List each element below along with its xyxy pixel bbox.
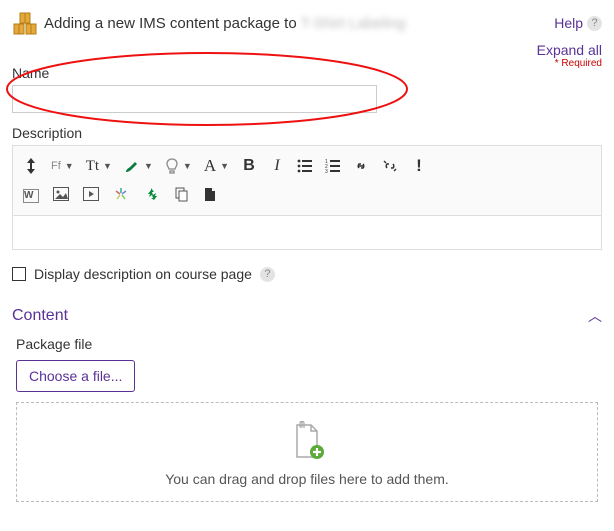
display-description-label: Display description on course page: [34, 266, 252, 282]
file-drop-icon: [27, 421, 587, 461]
brush-color-button[interactable]: ▼: [124, 156, 153, 176]
text-color-button[interactable]: A▼: [204, 156, 229, 176]
rich-text-editor: Ff▼ Tt▼ ▼ ▼ A▼ B I 123 ! W: [12, 145, 602, 250]
highlight-button[interactable]: ▼: [165, 156, 192, 176]
dropzone-text: You can drag and drop files here to add …: [27, 471, 587, 487]
paste-button[interactable]: [203, 186, 217, 205]
description-label: Description: [12, 125, 602, 141]
font-size-button[interactable]: Tt▼: [86, 156, 112, 176]
help-icon[interactable]: ?: [260, 267, 275, 282]
name-input[interactable]: [12, 85, 377, 113]
recycle-button[interactable]: [143, 186, 159, 205]
content-section-toggle[interactable]: Content ︿: [12, 306, 602, 326]
chevron-up-icon: ︿: [588, 306, 602, 326]
help-link[interactable]: Help ?: [554, 15, 602, 31]
bold-button[interactable]: B: [241, 156, 257, 176]
copy-button[interactable]: [173, 186, 189, 205]
svg-text:3: 3: [325, 169, 328, 173]
expand-all-link[interactable]: Expand all: [537, 42, 602, 58]
media-button[interactable]: [83, 187, 99, 204]
help-icon: ?: [587, 16, 602, 31]
italic-button[interactable]: I: [269, 156, 285, 176]
font-family-button[interactable]: Ff▼: [51, 156, 74, 176]
unlink-button[interactable]: [381, 156, 399, 176]
package-file-label: Package file: [16, 336, 602, 352]
description-input[interactable]: [13, 215, 601, 249]
image-button[interactable]: [53, 187, 69, 204]
file-dropzone[interactable]: You can drag and drop files here to add …: [16, 402, 598, 502]
number-list-button[interactable]: 123: [325, 156, 341, 176]
name-label: Name: [12, 65, 602, 81]
page-title: Adding a new IMS content package to T-Sh…: [44, 15, 406, 32]
link-button[interactable]: [353, 156, 369, 176]
display-description-checkbox[interactable]: [12, 267, 26, 281]
info-button[interactable]: !: [411, 156, 427, 176]
word-paste-button[interactable]: W: [23, 189, 39, 203]
ims-package-icon: [12, 10, 38, 36]
choose-file-button[interactable]: Choose a file...: [16, 360, 135, 392]
bullet-list-button[interactable]: [297, 156, 313, 176]
accessibility-button[interactable]: [113, 186, 129, 205]
editor-expand-icon[interactable]: [23, 156, 39, 176]
